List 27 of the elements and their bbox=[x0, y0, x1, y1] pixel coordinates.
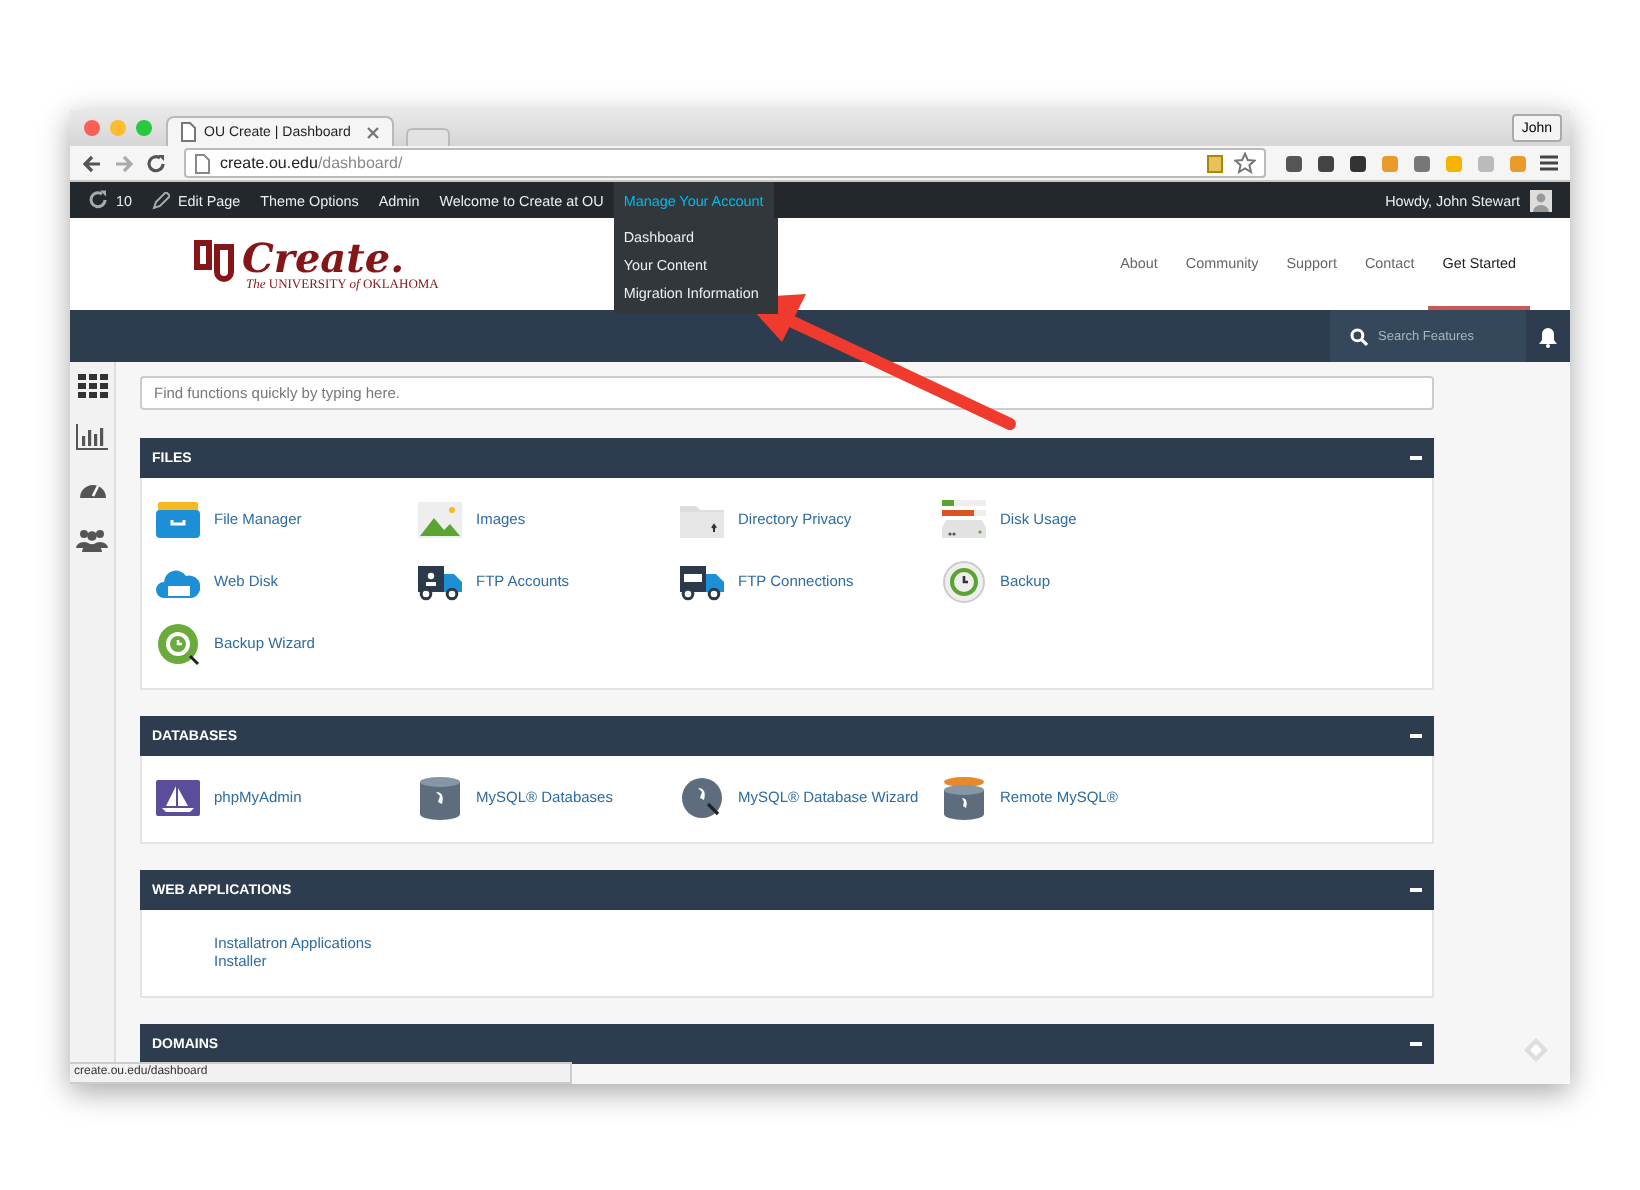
window-controls-icon bbox=[82, 118, 154, 138]
bar-chart-icon[interactable] bbox=[76, 424, 108, 450]
bell-icon[interactable] bbox=[1538, 325, 1558, 347]
grid-icon[interactable] bbox=[77, 374, 107, 398]
refresh-icon bbox=[88, 190, 108, 210]
users-icon[interactable] bbox=[76, 528, 108, 552]
pencil-icon bbox=[152, 191, 170, 209]
back-icon[interactable] bbox=[82, 153, 102, 173]
menu-icon[interactable] bbox=[1540, 154, 1558, 172]
close-icon[interactable] bbox=[366, 125, 380, 139]
address-field[interactable]: create.ou.edu/dashboard/ bbox=[184, 148, 1266, 178]
search-icon bbox=[1350, 327, 1368, 345]
reload-icon[interactable] bbox=[146, 153, 166, 173]
disk-usage-icon bbox=[942, 497, 986, 541]
database-icon bbox=[418, 775, 462, 819]
drawer-icon bbox=[156, 497, 200, 541]
diamond-icon bbox=[1522, 1036, 1550, 1064]
landscape-icon bbox=[418, 497, 462, 541]
bookmark-page-icon[interactable] bbox=[1206, 153, 1224, 173]
avatar-icon bbox=[1530, 189, 1552, 211]
clock-icon bbox=[942, 559, 986, 603]
database-search-icon bbox=[680, 775, 724, 819]
sailboat-icon bbox=[156, 775, 200, 819]
star-icon[interactable] bbox=[1234, 152, 1256, 174]
clock-icon bbox=[156, 621, 200, 665]
database-icon bbox=[942, 775, 986, 819]
logo-title: Create. bbox=[242, 237, 405, 277]
